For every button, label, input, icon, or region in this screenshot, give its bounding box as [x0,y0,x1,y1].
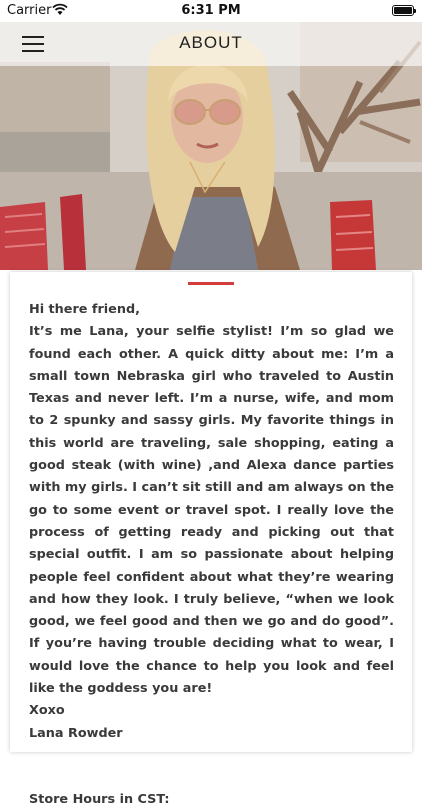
page-title: ABOUT [179,33,243,52]
greeting-text: Hi there friend, [29,302,140,317]
store-hours-heading: Store Hours in CST: [29,791,170,807]
about-text: Hi there friend, It’s me Lana, your self… [29,299,394,811]
bio-paragraph: It’s me Lana, your selfie stylist! I’m s… [29,324,394,697]
battery-icon [392,5,416,16]
navigation-bar: ABOUT [0,22,422,66]
clock: 6:31 PM [181,3,241,18]
signature-text: Lana Rowder [29,725,123,741]
status-bar: Carrier 6:31 PM [0,0,422,22]
accent-divider [188,282,234,285]
signoff-text: Xoxo [29,703,65,719]
